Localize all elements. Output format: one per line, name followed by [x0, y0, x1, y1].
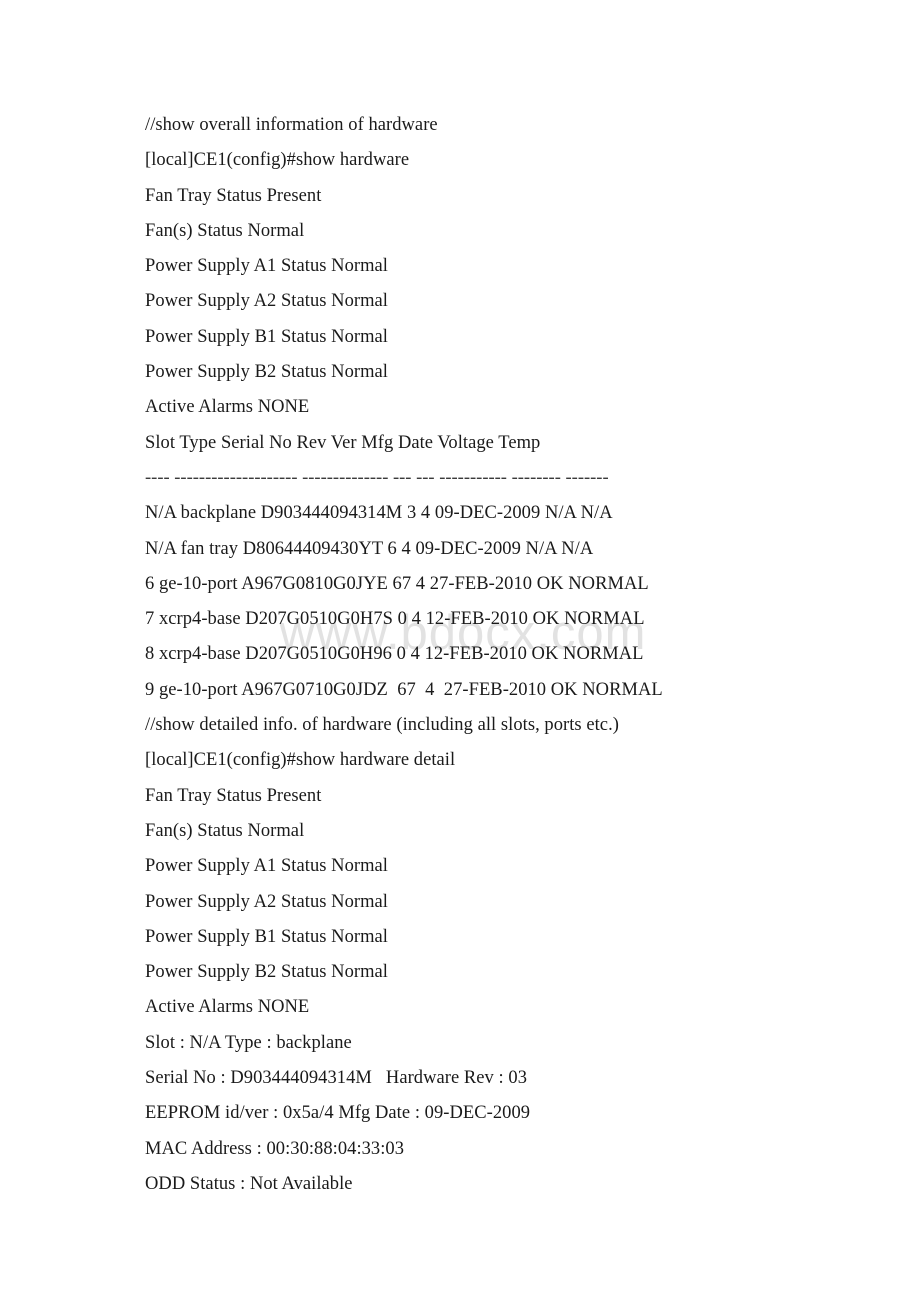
doc-line-row-backplane: N/A backplane D903444094314M 3 4 09-DEC-… [145, 503, 613, 524]
doc-line-comment-overall: //show overall information of hardware [145, 115, 438, 135]
doc-line-active-alarms-2: Active Alarms NONE [145, 997, 310, 1018]
doc-line-detail-eeprom-mfg: EEPROM id/ver : 0x5a/4 Mfg Date : 09-DEC… [145, 1103, 531, 1124]
doc-line-row-slot-9: 9 ge-10-port A967G0710G0JDZ 67 4 27-FEB-… [145, 679, 663, 700]
doc-line-power-supply-b1-1: Power Supply B1 Status Normal [145, 326, 388, 347]
doc-line-power-supply-a2-1: Power Supply A2 Status Normal [145, 291, 388, 312]
doc-line-fan-tray-status-1: Fan Tray Status Present [145, 185, 322, 206]
doc-line-power-supply-b2-1: Power Supply B2 Status Normal [145, 362, 388, 383]
doc-line-comment-detail: //show detailed info. of hardware (inclu… [145, 715, 619, 736]
doc-line-row-slot-8: 8 xcrp4-base D207G0510G0H96 0 4 12-FEB-2… [145, 644, 644, 665]
doc-line-table-rule: ---- -------------------- --------------… [145, 467, 609, 488]
doc-line-power-supply-a1-2: Power Supply A1 Status Normal [145, 856, 388, 877]
doc-line-detail-serial-rev: Serial No : D903444094314M Hardware Rev … [145, 1068, 528, 1089]
doc-line-row-slot-7: 7 xcrp4-base D207G0510G0H7S 0 4 12-FEB-2… [145, 609, 645, 630]
doc-line-detail-slot-type: Slot : N/A Type : backplane [145, 1032, 352, 1053]
doc-line-fans-status-1: Fan(s) Status Normal [145, 220, 305, 241]
doc-line-row-fan-tray: N/A fan tray D80644409430YT 6 4 09-DEC-2… [145, 538, 594, 559]
doc-line-fan-tray-status-2: Fan Tray Status Present [145, 785, 322, 806]
doc-line-power-supply-a1-1: Power Supply A1 Status Normal [145, 256, 388, 277]
doc-line-row-slot-6: 6 ge-10-port A967G0810G0JYE 67 4 27-FEB-… [145, 573, 649, 594]
doc-line-fans-status-2: Fan(s) Status Normal [145, 820, 305, 841]
doc-line-detail-odd-status: ODD Status : Not Available [145, 1173, 353, 1194]
doc-line-power-supply-b1-2: Power Supply B1 Status Normal [145, 926, 388, 947]
doc-line-active-alarms-1: Active Alarms NONE [145, 397, 310, 418]
document-text-body: //show overall information of hardware [l… [145, 108, 805, 1202]
doc-line-prompt-show-hardware: [local]CE1(config)#show hardware [145, 150, 410, 171]
doc-line-prompt-show-hardware-detail: [local]CE1(config)#show hardware detail [145, 750, 456, 771]
doc-line-power-supply-a2-2: Power Supply A2 Status Normal [145, 891, 388, 912]
document-page: www.bdocx.com //show overall information… [0, 0, 920, 1302]
doc-line-detail-mac-address: MAC Address : 00:30:88:04:33:03 [145, 1138, 405, 1159]
doc-line-power-supply-b2-2: Power Supply B2 Status Normal [145, 962, 388, 983]
doc-line-table-header: Slot Type Serial No Rev Ver Mfg Date Vol… [145, 432, 541, 453]
